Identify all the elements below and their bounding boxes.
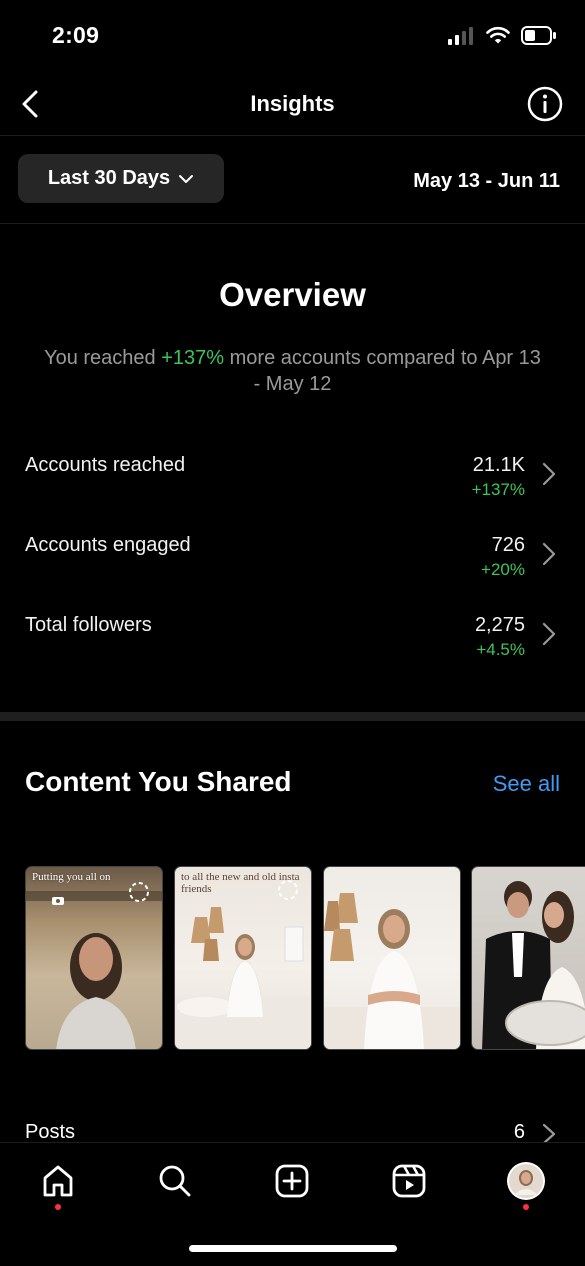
camera-icon <box>52 897 64 905</box>
metric-value: 21.1K <box>472 454 525 476</box>
content-thumbnail[interactable] <box>471 866 585 1050</box>
content-thumbnail[interactable] <box>323 866 461 1050</box>
metric-value: 726 <box>491 534 525 556</box>
overview-desc-highlight: +137% <box>161 347 225 369</box>
info-icon <box>527 86 563 122</box>
metric-row-total-followers[interactable]: Total followers 2,275 +4.5% <box>0 614 585 684</box>
notification-dot <box>55 1204 61 1210</box>
reels-icon <box>392 1164 426 1198</box>
metric-row-accounts-engaged[interactable]: Accounts engaged 726 +20% <box>0 534 585 604</box>
overview-desc-prefix: You reached <box>44 347 162 369</box>
metric-label: Accounts reached <box>25 454 186 476</box>
profile-avatar <box>507 1162 545 1200</box>
search-icon <box>159 1165 191 1197</box>
date-range-dropdown-label: Last 30 Days <box>47 167 171 189</box>
content-thumbnail[interactable]: Putting you all on <box>25 866 163 1050</box>
tab-create[interactable] <box>272 1161 312 1201</box>
metric-label: Accounts engaged <box>25 534 191 556</box>
battery-icon <box>521 26 556 45</box>
tab-reels[interactable] <box>389 1161 429 1201</box>
metric-label: Total followers <box>25 614 152 636</box>
metric-value: 2,275 <box>474 614 525 636</box>
metric-change: +137% <box>471 480 525 499</box>
chevron-down-icon <box>179 174 194 183</box>
thumbnail-image <box>482 881 585 1049</box>
create-icon <box>275 1164 309 1198</box>
page-title: Insights <box>250 91 335 116</box>
status-time: 2:09 <box>52 22 100 48</box>
overview-title: Overview <box>219 276 366 313</box>
thumbnail-image <box>324 893 460 1049</box>
home-indicator <box>189 1245 397 1252</box>
home-icon <box>43 1165 73 1197</box>
section-divider <box>0 712 585 721</box>
date-range-dropdown[interactable]: Last 30 Days <box>18 154 224 203</box>
content-thumbnail[interactable]: to all the new and old insta friends <box>174 866 312 1050</box>
content-section-title: Content You Shared <box>25 766 292 797</box>
loading-spinner-icon <box>129 882 149 902</box>
tab-search[interactable] <box>155 1161 195 1201</box>
overview-description: You reached +137% more accounts compared… <box>40 345 545 397</box>
metric-row-accounts-reached[interactable]: Accounts reached 21.1K +137% <box>0 454 585 524</box>
metric-change: +20% <box>481 560 525 579</box>
info-button[interactable] <box>527 86 563 122</box>
notification-dot <box>523 1204 529 1210</box>
status-bar: 2:09 <box>0 0 585 70</box>
loading-spinner-icon <box>278 880 298 900</box>
metric-change: +4.5% <box>476 640 525 659</box>
see-all-link[interactable]: See all <box>493 771 560 797</box>
date-range-text: May 13 - Jun 11 <box>413 170 560 192</box>
wifi-icon <box>486 26 510 44</box>
posts-label: Posts <box>25 1121 76 1143</box>
content-thumbnails: Putting you all on to all the new and ol… <box>25 866 585 1050</box>
chevron-right-icon <box>542 542 556 566</box>
overview-desc-suffix: more accounts compared to Apr 13 - May 1… <box>224 347 541 395</box>
tab-profile[interactable] <box>506 1161 546 1201</box>
posts-count: 6 <box>513 1121 525 1143</box>
tab-home[interactable] <box>38 1161 78 1201</box>
status-icons <box>447 26 557 45</box>
cellular-signal-icon <box>448 26 473 45</box>
filter-row: Last 30 Days May 13 - Jun 11 <box>0 137 585 224</box>
nav-bar: Insights <box>0 72 585 136</box>
chevron-right-icon <box>542 462 556 486</box>
chevron-right-icon <box>542 622 556 646</box>
